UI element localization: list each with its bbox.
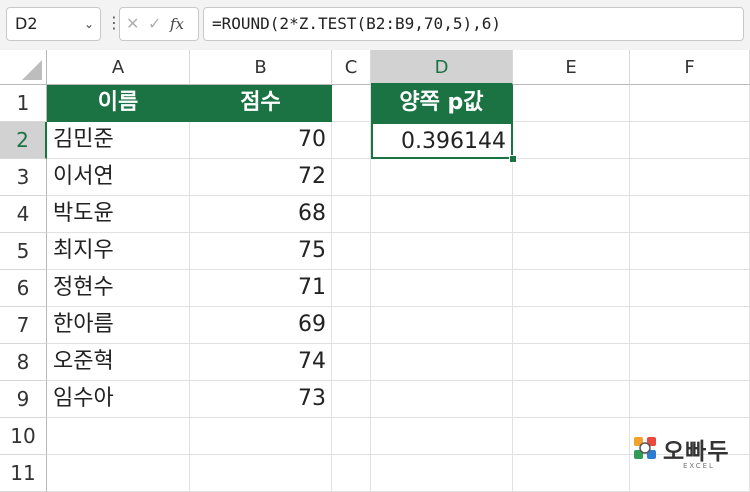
cell-d10[interactable]: [371, 418, 513, 455]
cell-d4[interactable]: [371, 196, 513, 233]
formula-input[interactable]: =ROUND(2*Z.TEST(B2:B9,70,5),6): [203, 7, 744, 41]
insert-function-icon[interactable]: fx: [170, 8, 184, 40]
cell-name[interactable]: 한아름: [47, 307, 190, 344]
cell-f3[interactable]: [630, 159, 750, 196]
cell-name[interactable]: 최지우: [47, 233, 190, 270]
cell-f9[interactable]: [630, 381, 750, 418]
more-options-icon[interactable]: ⋮: [106, 7, 122, 41]
cell-e11[interactable]: [513, 455, 630, 492]
cell-c4[interactable]: [332, 196, 371, 233]
header-cell-name[interactable]: 이름: [47, 85, 190, 122]
cell-name[interactable]: 오준혁: [47, 344, 190, 381]
column-header-c[interactable]: C: [332, 50, 371, 85]
row-header-1[interactable]: 1: [0, 85, 47, 122]
cell-e7[interactable]: [513, 307, 630, 344]
cell-e4[interactable]: [513, 196, 630, 233]
row-header-7[interactable]: 7: [0, 307, 47, 344]
logo: 오빠두 EXCEL: [633, 434, 745, 478]
fill-handle[interactable]: [509, 155, 517, 163]
column-header-b[interactable]: B: [190, 50, 332, 85]
cell-score[interactable]: 69: [190, 307, 332, 344]
row-header-9[interactable]: 9: [0, 381, 47, 418]
cell-a11[interactable]: [47, 455, 190, 492]
cell-c8[interactable]: [332, 344, 371, 381]
cell-f1[interactable]: [630, 85, 750, 122]
cell-score[interactable]: 70: [190, 122, 332, 159]
logo-mark-icon: [634, 437, 656, 459]
cell-f4[interactable]: [630, 196, 750, 233]
cell-c11[interactable]: [332, 455, 371, 492]
cell-name[interactable]: 박도윤: [47, 196, 190, 233]
cell-score[interactable]: 71: [190, 270, 332, 307]
cell-e5[interactable]: [513, 233, 630, 270]
cell-f6[interactable]: [630, 270, 750, 307]
column-header-e[interactable]: E: [513, 50, 630, 85]
cell-name[interactable]: 정현수: [47, 270, 190, 307]
header-cell-score[interactable]: 점수: [190, 85, 332, 122]
formula-buttons: ✕ ✓ fx: [119, 7, 199, 41]
cell-d3[interactable]: [371, 159, 513, 196]
cell-e8[interactable]: [513, 344, 630, 381]
row-header-4[interactable]: 4: [0, 196, 47, 233]
cell-c9[interactable]: [332, 381, 371, 418]
select-all-triangle-icon: [22, 60, 42, 80]
cell-b11[interactable]: [190, 455, 332, 492]
logo-text: 오빠두: [663, 439, 730, 465]
cell-score[interactable]: 74: [190, 344, 332, 381]
spreadsheet-grid: ABCDEF 1 2 3 4 5 6 7 8 9 10 11 이름 점수 양쪽 p값김민준 70 이서연 72…: [0, 50, 750, 492]
cell-c10[interactable]: [332, 418, 371, 455]
cell-c2[interactable]: [332, 122, 371, 159]
name-box[interactable]: D2 ⌄: [6, 7, 101, 41]
cell-c6[interactable]: [332, 270, 371, 307]
cell-c7[interactable]: [332, 307, 371, 344]
row-header-5[interactable]: 5: [0, 233, 47, 270]
cell-score[interactable]: 72: [190, 159, 332, 196]
formula-bar: D2 ⌄ ⋮ ✕ ✓ fx =ROUND(2*Z.TEST(B2:B9,70,5…: [0, 0, 750, 51]
cell-name[interactable]: 이서연: [47, 159, 190, 196]
cell-f2[interactable]: [630, 122, 750, 159]
cell-d11[interactable]: [371, 455, 513, 492]
cell-e3[interactable]: [513, 159, 630, 196]
cell-d9[interactable]: [371, 381, 513, 418]
cell-d8[interactable]: [371, 344, 513, 381]
select-all-button[interactable]: [0, 50, 47, 85]
header-cell-pvalue[interactable]: 양쪽 p값: [371, 85, 513, 122]
cell-c1[interactable]: [332, 85, 371, 122]
cell-e2[interactable]: [513, 122, 630, 159]
cell-b10[interactable]: [190, 418, 332, 455]
cell-score[interactable]: 75: [190, 233, 332, 270]
column-header-a[interactable]: A: [47, 50, 190, 85]
cell-e10[interactable]: [513, 418, 630, 455]
column-header-f[interactable]: F: [630, 50, 750, 85]
cell-result[interactable]: 0.396144: [371, 122, 513, 159]
logo-subtext: EXCEL: [683, 462, 715, 470]
cell-score[interactable]: 68: [190, 196, 332, 233]
row-header-10[interactable]: 10: [0, 418, 47, 455]
chevron-down-icon[interactable]: ⌄: [84, 8, 94, 40]
cell-c3[interactable]: [332, 159, 371, 196]
enter-icon[interactable]: ✓: [148, 8, 161, 40]
row-header-8[interactable]: 8: [0, 344, 47, 381]
row-header-11[interactable]: 11: [0, 455, 47, 492]
row-header-6[interactable]: 6: [0, 270, 47, 307]
row-header-3[interactable]: 3: [0, 159, 47, 196]
cell-d7[interactable]: [371, 307, 513, 344]
cell-e1[interactable]: [513, 85, 630, 122]
cell-name[interactable]: 임수아: [47, 381, 190, 418]
cell-c5[interactable]: [332, 233, 371, 270]
cell-d6[interactable]: [371, 270, 513, 307]
cell-d5[interactable]: [371, 233, 513, 270]
row-header-2[interactable]: 2: [0, 122, 47, 159]
cell-e9[interactable]: [513, 381, 630, 418]
cell-score[interactable]: 73: [190, 381, 332, 418]
cell-a10[interactable]: [47, 418, 190, 455]
cell-name[interactable]: 김민준: [47, 122, 190, 159]
cancel-icon[interactable]: ✕: [126, 8, 139, 40]
name-box-value: D2: [15, 14, 38, 33]
cell-f5[interactable]: [630, 233, 750, 270]
cell-f8[interactable]: [630, 344, 750, 381]
cell-f7[interactable]: [630, 307, 750, 344]
column-header-d[interactable]: D: [371, 50, 513, 85]
cell-e6[interactable]: [513, 270, 630, 307]
